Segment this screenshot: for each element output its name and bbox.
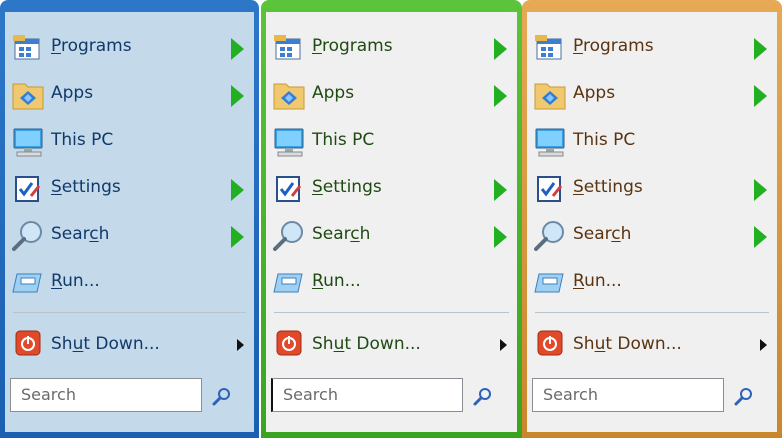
start-menu-green-theme: Programs Apps This PC Settings Search Ru…: [261, 0, 522, 438]
submenu-arrow-icon: [754, 226, 767, 248]
search-icon[interactable]: [472, 386, 494, 408]
menu-item-apps[interactable]: Apps: [527, 73, 777, 119]
computer-icon: [535, 128, 565, 157]
menu-item-this-pc[interactable]: This PC: [266, 120, 517, 166]
menu-item-label: This PC: [573, 130, 636, 150]
computer-icon: [13, 128, 43, 157]
menu-item-label: This PC: [312, 130, 375, 150]
shut-down-arrow-icon[interactable]: [760, 339, 767, 351]
menu-item-label: Programs: [573, 36, 654, 56]
menu-item-label: Settings: [312, 177, 382, 197]
search-input[interactable]: Search: [271, 378, 463, 412]
menu-item-apps[interactable]: Apps: [266, 73, 517, 119]
settings-icon: [276, 176, 302, 202]
settings-icon: [15, 176, 41, 202]
menu-item-settings[interactable]: Settings: [527, 167, 777, 213]
power-icon: [537, 330, 563, 356]
menu-item-label: Run...: [51, 271, 100, 291]
submenu-arrow-icon: [494, 85, 507, 107]
shut-down-button[interactable]: Shut Down...: [5, 321, 254, 367]
menu-item-label: Programs: [51, 36, 132, 56]
run-icon: [534, 273, 564, 293]
menu-panel: Programs Apps This PC Settings Search Ru…: [527, 12, 777, 432]
submenu-arrow-icon: [494, 226, 507, 248]
shut-down-button[interactable]: Shut Down...: [527, 321, 777, 367]
search-magnifier-icon: [12, 221, 42, 251]
programs-icon: [535, 35, 562, 60]
start-menu-orange-theme: Programs Apps This PC Settings Search Ru…: [522, 0, 782, 438]
programs-icon: [13, 35, 40, 60]
menu-item-this-pc[interactable]: This PC: [527, 120, 777, 166]
menu-item-label: Search: [573, 224, 632, 244]
computer-icon: [274, 128, 304, 157]
power-icon: [15, 330, 41, 356]
menu-item-label: Search: [312, 224, 371, 244]
menu-separator: [13, 312, 246, 313]
search-input[interactable]: Search: [532, 378, 724, 412]
menu-item-label: This PC: [51, 130, 114, 150]
menu-item-label: Settings: [573, 177, 643, 197]
search-magnifier-icon: [534, 221, 564, 251]
settings-icon: [537, 176, 563, 202]
programs-icon: [274, 35, 301, 60]
apps-folder-icon: [273, 83, 305, 110]
submenu-arrow-icon: [231, 179, 244, 201]
search-magnifier-icon: [273, 221, 303, 251]
menu-item-programs[interactable]: Programs: [266, 26, 517, 72]
shut-down-label: Shut Down...: [312, 334, 421, 354]
menu-separator: [274, 312, 509, 313]
search-input[interactable]: Search: [10, 378, 202, 412]
shut-down-button[interactable]: Shut Down...: [266, 321, 517, 367]
menu-item-label: Settings: [51, 177, 121, 197]
menu-separator: [535, 312, 769, 313]
power-icon: [276, 330, 302, 356]
shut-down-arrow-icon[interactable]: [237, 339, 244, 351]
menu-item-search[interactable]: Search: [266, 214, 517, 260]
submenu-arrow-icon: [494, 179, 507, 201]
menu-panel: Programs Apps This PC Settings Search Ru…: [5, 12, 254, 432]
menu-item-label: Apps: [312, 83, 355, 103]
menu-item-run[interactable]: Run...: [266, 261, 517, 307]
menu-item-label: Programs: [312, 36, 393, 56]
search-icon[interactable]: [211, 386, 233, 408]
run-icon: [12, 273, 42, 293]
apps-folder-icon: [12, 83, 44, 110]
menu-item-search[interactable]: Search: [527, 214, 777, 260]
run-icon: [273, 273, 303, 293]
menu-item-apps[interactable]: Apps: [5, 73, 254, 119]
shut-down-arrow-icon[interactable]: [500, 339, 507, 351]
menu-panel: Programs Apps This PC Settings Search Ru…: [266, 12, 517, 432]
search-icon[interactable]: [733, 386, 755, 408]
shut-down-label: Shut Down...: [51, 334, 160, 354]
menu-item-label: Search: [51, 224, 110, 244]
apps-folder-icon: [534, 83, 566, 110]
submenu-arrow-icon: [231, 38, 244, 60]
submenu-arrow-icon: [231, 85, 244, 107]
menu-item-run[interactable]: Run...: [527, 261, 777, 307]
menu-item-label: Apps: [51, 83, 94, 103]
menu-item-run[interactable]: Run...: [5, 261, 254, 307]
start-menu-blue-theme: Programs Apps This PC Settings Search Ru…: [0, 0, 259, 438]
submenu-arrow-icon: [754, 179, 767, 201]
menu-item-programs[interactable]: Programs: [5, 26, 254, 72]
menu-item-settings[interactable]: Settings: [5, 167, 254, 213]
submenu-arrow-icon: [754, 85, 767, 107]
menu-item-label: Run...: [312, 271, 361, 291]
submenu-arrow-icon: [754, 38, 767, 60]
shut-down-label: Shut Down...: [573, 334, 682, 354]
menu-item-search[interactable]: Search: [5, 214, 254, 260]
menu-item-programs[interactable]: Programs: [527, 26, 777, 72]
menu-item-settings[interactable]: Settings: [266, 167, 517, 213]
menu-item-label: Run...: [573, 271, 622, 291]
submenu-arrow-icon: [494, 38, 507, 60]
menu-item-this-pc[interactable]: This PC: [5, 120, 254, 166]
submenu-arrow-icon: [231, 226, 244, 248]
menu-item-label: Apps: [573, 83, 616, 103]
